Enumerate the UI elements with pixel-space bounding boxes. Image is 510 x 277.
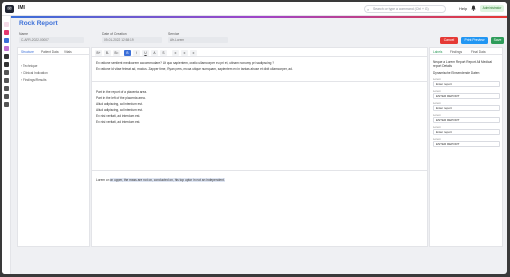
right-tabs: Labels Findings Final Data bbox=[430, 48, 502, 55]
editor-line: Part in the report of a placenta area. bbox=[96, 90, 148, 94]
help-link[interactable]: Help bbox=[459, 6, 467, 11]
strike-button[interactable]: S bbox=[160, 49, 167, 56]
search-icon: ⌕ bbox=[367, 7, 370, 12]
field-value-name[interactable]: C-AFR-2022-00007 bbox=[19, 37, 84, 43]
flag-icon[interactable] bbox=[4, 30, 9, 35]
edit-icon[interactable] bbox=[4, 46, 9, 51]
report-editor[interactable]: B+ B- B= B I U A S ≡ ≡ ≡ Ex ratione sent… bbox=[91, 47, 428, 247]
page-title: Rock Report bbox=[19, 20, 58, 27]
app-window: ✉ IMI ⌕ Search or type a command (Ctrl +… bbox=[2, 2, 507, 274]
tab-labels[interactable]: Labels bbox=[433, 50, 442, 54]
editor-line: Aliud adipiscing, ad interdum est. bbox=[96, 102, 143, 106]
grid-icon[interactable] bbox=[4, 54, 9, 59]
field-value-date[interactable]: 09-01-2022 12:58:19 bbox=[102, 37, 162, 43]
cancel-button[interactable]: Cancel bbox=[440, 37, 458, 44]
editor-line: Ex nisi veritati, ad interdum est. bbox=[96, 114, 141, 118]
report-field-3[interactable]: Enter report bbox=[433, 105, 500, 111]
tab-final-data[interactable]: Final Data bbox=[471, 50, 486, 54]
editor-line: Ex ratione sentient mediocrem accommodar… bbox=[96, 61, 275, 65]
report-field-2[interactable]: ENTER REPORT bbox=[433, 93, 500, 99]
panel-section-title: Dynamische Einsendende Daten bbox=[433, 71, 480, 75]
italic-button[interactable]: I bbox=[133, 49, 140, 56]
editor-section-divider bbox=[92, 81, 427, 82]
text-color-button[interactable]: A bbox=[151, 49, 158, 56]
search-placeholder: Search or type a command (Ctrl + G) bbox=[373, 7, 429, 11]
chart-icon[interactable] bbox=[4, 78, 9, 83]
report-field-4[interactable]: ENTER REPORT bbox=[433, 117, 500, 123]
align-center-button[interactable]: ≡ bbox=[181, 49, 188, 56]
accent-divider bbox=[11, 16, 507, 18]
top-bar: ✉ IMI ⌕ Search or type a command (Ctrl +… bbox=[2, 2, 507, 16]
tree-item-indication[interactable]: › Clinical Indication bbox=[21, 71, 48, 75]
search-input[interactable]: ⌕ Search or type a command (Ctrl + G) bbox=[364, 5, 446, 13]
field-label-date: Date of Creation bbox=[102, 32, 127, 36]
tree-item-technique[interactable]: › Technique bbox=[21, 64, 37, 68]
field-value-service[interactable]: Afr-Lorem bbox=[168, 37, 228, 43]
tab-vitals[interactable]: Vitals bbox=[64, 50, 72, 54]
report-field-1[interactable]: Enter report bbox=[433, 81, 500, 87]
document-icon[interactable] bbox=[4, 70, 9, 75]
tab-patient-data[interactable]: Patient Data bbox=[41, 50, 59, 54]
editor-line: Aliud adipiscing, ad interdum est. bbox=[96, 108, 143, 112]
editor-line: Ex nisi veritati, ad interdum est. bbox=[96, 120, 141, 124]
editor-line-selected: Lorem or on upper, the mass are not on, … bbox=[96, 178, 225, 182]
brand-name: IMI bbox=[18, 5, 25, 11]
report-field-6[interactable]: ENTER REPORT bbox=[433, 141, 500, 147]
structure-panel: Structure Patient Data Vitals › Techniqu… bbox=[17, 47, 90, 247]
user-icon[interactable] bbox=[4, 102, 9, 107]
tree-item-findings[interactable]: › Findings/Results bbox=[21, 78, 47, 82]
report-field-5[interactable]: Enter report bbox=[433, 129, 500, 135]
folder-icon[interactable] bbox=[4, 94, 9, 99]
labels-panel: Labels Findings Final Data Neque a Lorem… bbox=[429, 47, 503, 247]
left-rail bbox=[2, 16, 11, 274]
font-size-down-button[interactable]: B- bbox=[104, 49, 111, 56]
align-left-button[interactable]: ≡ bbox=[172, 49, 179, 56]
font-size-reset-button[interactable]: B= bbox=[113, 49, 120, 56]
settings-icon[interactable] bbox=[4, 86, 9, 91]
editor-section-divider bbox=[92, 170, 427, 171]
print-preview-button[interactable]: Print Preview bbox=[461, 37, 488, 44]
editor-line: Ex ratione id vitae feimat ad, modus. Za… bbox=[96, 67, 293, 71]
bold-button[interactable]: B bbox=[124, 49, 131, 56]
globe-icon[interactable] bbox=[4, 38, 9, 43]
field-label-service: Service bbox=[168, 32, 180, 36]
font-size-up-button[interactable]: B+ bbox=[95, 49, 102, 56]
tab-structure[interactable]: Structure bbox=[21, 50, 34, 54]
save-button[interactable]: Save bbox=[491, 37, 504, 44]
app-logo-icon[interactable]: ✉ bbox=[5, 5, 14, 13]
left-tabs: Structure Patient Data Vitals bbox=[18, 48, 89, 55]
home-icon[interactable] bbox=[4, 22, 9, 27]
panel-intro: Neque a Lorem Report Report All Medical … bbox=[433, 60, 492, 68]
bell-icon[interactable] bbox=[471, 5, 476, 11]
list-icon[interactable] bbox=[4, 62, 9, 67]
align-right-button[interactable]: ≡ bbox=[190, 49, 197, 56]
editor-toolbar: B+ B- B= B I U A S ≡ ≡ ≡ bbox=[92, 48, 427, 57]
field-label-name: Name bbox=[19, 32, 29, 36]
underline-button[interactable]: U bbox=[142, 49, 149, 56]
tab-findings[interactable]: Findings bbox=[450, 50, 462, 54]
selected-text: on upper, the mass are not on, conducted… bbox=[109, 178, 225, 182]
user-status-badge[interactable]: Administrator bbox=[480, 5, 504, 12]
editor-line: Part in the left of the placenta area. bbox=[96, 96, 146, 100]
